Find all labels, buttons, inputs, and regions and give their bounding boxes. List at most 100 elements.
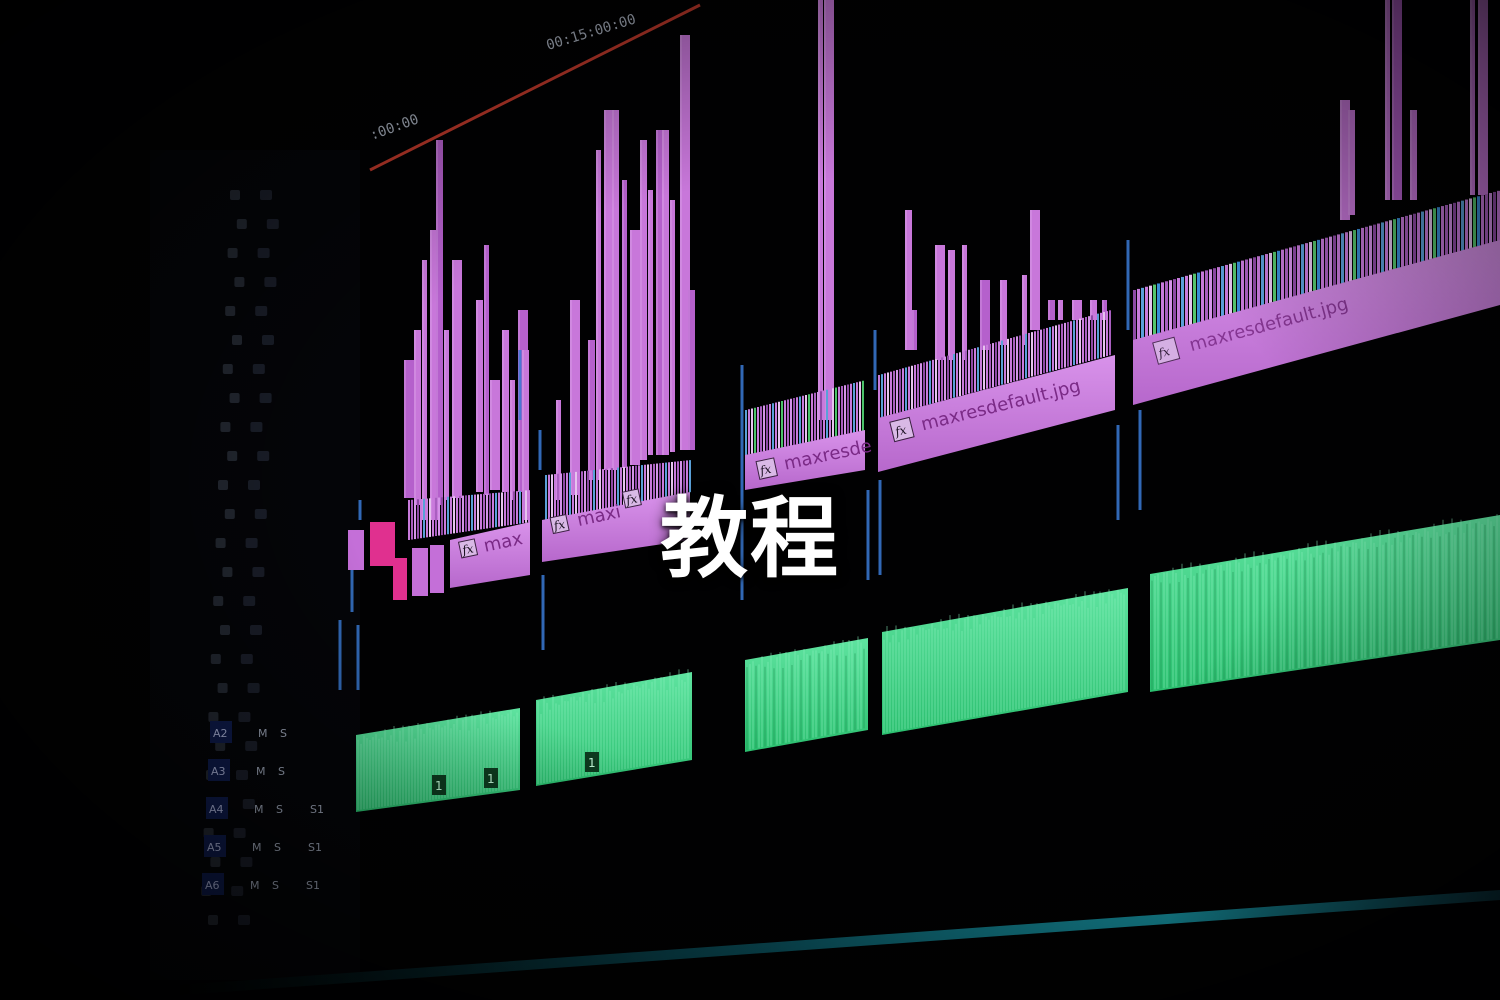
clip-thumbnail-strip — [784, 400, 786, 447]
track-lock-icon[interactable] — [252, 364, 265, 374]
clip-thumbnail-strip — [1393, 219, 1396, 270]
clip-thumbnail-strip — [1381, 222, 1384, 273]
track-lock-icon[interactable] — [260, 190, 272, 200]
track-lock-icon[interactable] — [233, 828, 246, 838]
track-lock-icon[interactable] — [262, 335, 274, 345]
clip-thumbnail-strip — [1145, 286, 1148, 337]
track-toggle-icon[interactable] — [227, 248, 238, 258]
track-lock-icon[interactable] — [236, 770, 248, 780]
svg-text:1: 1 — [588, 756, 596, 770]
clip-thumbnail-strip — [1421, 211, 1424, 262]
track-lock-icon[interactable] — [242, 799, 255, 809]
clip-thumbnail-strip — [1309, 242, 1312, 293]
clip-thumbnail-strip — [1237, 261, 1240, 312]
clip-thumbnail-strip — [1137, 288, 1140, 339]
track-toggle-icon[interactable] — [208, 915, 218, 925]
clip-thumbnail-strip — [1094, 314, 1096, 360]
track-lock-icon[interactable] — [243, 596, 256, 606]
clip-thumbnail-strip — [1409, 214, 1412, 265]
clip-thumbnail-strip — [947, 355, 949, 400]
clip-thumbnail-strip — [920, 363, 922, 407]
track-toggle-icon[interactable] — [229, 393, 240, 403]
clip-thumbnail-strip — [995, 342, 997, 387]
clip-thumbnail-strip — [1013, 337, 1015, 382]
clip-thumbnail-strip — [1261, 255, 1264, 306]
track-toggle-icon[interactable] — [222, 364, 233, 374]
clip-thumbnail-strip — [790, 398, 792, 446]
clip-thumbnail-strip — [935, 359, 937, 403]
clip-thumbnail-strip — [1055, 325, 1057, 370]
mute-button[interactable]: M — [252, 841, 262, 854]
track-toggle-icon[interactable] — [232, 335, 242, 345]
track-toggle-icon[interactable] — [225, 306, 236, 316]
track-toggle-icon[interactable] — [210, 857, 221, 867]
clip-thumbnail-strip — [1073, 320, 1075, 366]
track-toggle-icon[interactable] — [227, 451, 238, 461]
clip-thumbnail-strip — [1189, 274, 1192, 325]
track-toggle-icon[interactable] — [210, 654, 221, 664]
track-lock-icon[interactable] — [238, 712, 251, 722]
track-lock-icon[interactable] — [238, 915, 250, 925]
clip-thumbnail-strip — [1293, 246, 1296, 297]
track-lock-icon[interactable] — [231, 886, 244, 896]
track-lock-icon[interactable] — [264, 277, 277, 287]
track-lock-icon[interactable] — [240, 654, 253, 664]
mute-button[interactable]: M — [258, 727, 268, 740]
clip-thumbnail-strip — [1209, 269, 1212, 320]
solo-button[interactable]: S — [278, 765, 285, 778]
track-toggle-icon[interactable] — [220, 422, 231, 432]
mute-button[interactable]: M — [250, 879, 260, 892]
track-lock-icon[interactable] — [250, 625, 262, 635]
track-toggle-icon[interactable] — [208, 712, 219, 722]
clip-thumbnail-strip — [1141, 287, 1144, 338]
mute-button[interactable]: M — [254, 803, 264, 816]
solo-button[interactable]: S — [272, 879, 279, 892]
clip-thumbnail-strip — [1103, 311, 1105, 357]
clip-thumbnail-strip — [805, 395, 807, 443]
mute-button[interactable]: M — [256, 765, 266, 778]
clip-thumbnail-strip — [1205, 270, 1208, 321]
clip-thumbnail-strip — [1085, 317, 1087, 362]
clip-thumbnail-strip — [896, 369, 898, 414]
clip-thumbnail-strip — [950, 354, 952, 399]
track-toggle-icon[interactable] — [234, 277, 245, 287]
track-lock-icon[interactable] — [257, 451, 270, 461]
track-toggle-icon[interactable] — [213, 596, 224, 606]
clip-thumbnail-strip — [908, 366, 910, 410]
track-toggle-icon[interactable] — [217, 683, 228, 693]
clip-thumbnail-strip — [862, 380, 864, 431]
track-lock-icon[interactable] — [245, 741, 258, 751]
track-lock-icon[interactable] — [240, 857, 253, 867]
solo-button[interactable]: S — [280, 727, 287, 740]
clip-thumbnail-strip — [1225, 264, 1228, 315]
solo-button[interactable]: S — [276, 803, 283, 816]
clip-thumbnail-strip — [1016, 336, 1018, 381]
track-lock-icon[interactable] — [247, 683, 260, 693]
track-lock-icon[interactable] — [255, 306, 268, 316]
clip-thumbnail-strip — [787, 399, 789, 447]
track-toggle-icon[interactable] — [230, 190, 240, 200]
submix-label: S1 — [310, 803, 324, 816]
track-toggle-icon[interactable] — [236, 219, 247, 229]
clip-thumbnail-strip — [1007, 338, 1009, 383]
clip-thumbnail-strip — [1313, 240, 1316, 291]
track-lock-icon[interactable] — [257, 248, 270, 258]
clip-thumbnail-strip — [823, 390, 825, 439]
solo-button[interactable]: S — [274, 841, 281, 854]
clip-thumbnail-strip — [1064, 322, 1066, 368]
clip-thumbnail-strip — [844, 385, 846, 435]
clip-thumbnail-strip — [1043, 328, 1045, 374]
clip-thumbnail-strip — [796, 397, 798, 445]
clip-thumbnail-strip — [944, 356, 946, 401]
clip-thumbnail-strip — [905, 367, 907, 411]
track-lock-icon[interactable] — [266, 219, 279, 229]
clip-thumbnail-strip — [929, 360, 931, 405]
clip-thumbnail-strip — [1277, 250, 1280, 301]
track-toggle-icon[interactable] — [220, 625, 230, 635]
clip-thumbnail-strip — [781, 401, 783, 448]
clip-thumbnail-strip — [959, 352, 961, 397]
track-lock-icon[interactable] — [259, 393, 272, 403]
svg-text:1: 1 — [487, 772, 495, 786]
track-lock-icon[interactable] — [250, 422, 263, 432]
clip-thumbnail-strip — [799, 396, 801, 444]
